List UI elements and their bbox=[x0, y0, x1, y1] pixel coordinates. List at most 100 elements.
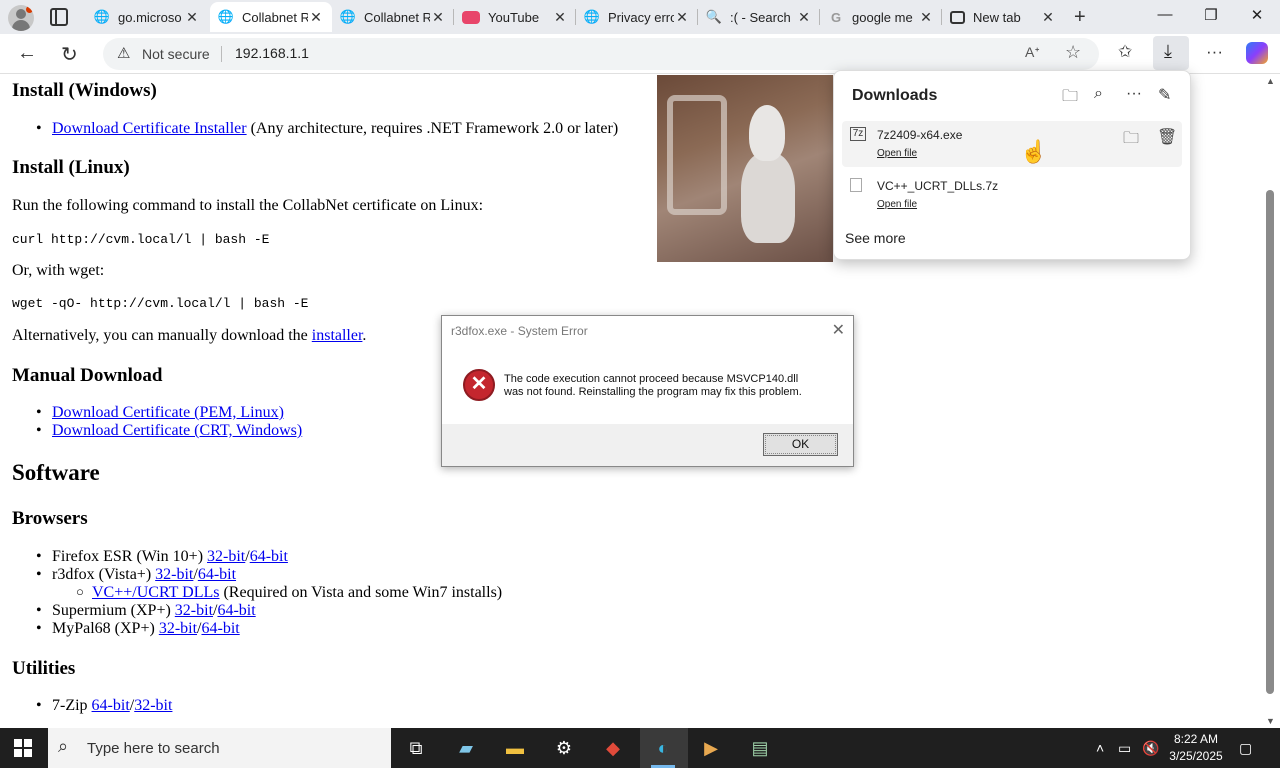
tab-collabnet-active[interactable]: 🌐 Collabnet R ✕ bbox=[210, 2, 332, 32]
warning-icon[interactable]: ⚠ bbox=[117, 44, 130, 62]
scroll-up-icon[interactable]: ▲ bbox=[1266, 76, 1275, 86]
r3dfox-64bit-link[interactable]: 64-bit bbox=[198, 566, 236, 583]
minimize-button[interactable]: — bbox=[1142, 6, 1188, 23]
heading-manual-download: Manual Download bbox=[12, 365, 163, 386]
vcpp-dlls-link[interactable]: VC++/UCRT DLLs bbox=[92, 584, 219, 601]
search-downloads-icon[interactable]: ⌕ bbox=[1094, 85, 1103, 103]
copilot-icon[interactable] bbox=[1246, 42, 1268, 64]
tab-go-microsoft[interactable]: 🌐 go.microso ✕ bbox=[86, 2, 208, 32]
favorites-icon[interactable]: ✩ bbox=[1118, 42, 1132, 62]
volume-muted-icon[interactable]: 🔇 bbox=[1142, 740, 1159, 757]
refresh-button[interactable]: ↻ bbox=[61, 42, 78, 67]
notifications-icon[interactable]: ▢ bbox=[1239, 740, 1252, 757]
open-folder-icon[interactable]: 🗀 bbox=[1062, 85, 1078, 112]
close-tab-icon[interactable]: ✕ bbox=[184, 9, 200, 26]
close-tab-icon[interactable]: ✕ bbox=[918, 9, 934, 26]
settings-gear-icon[interactable]: ⚙ bbox=[552, 736, 576, 760]
close-tab-icon[interactable]: ✕ bbox=[1040, 9, 1056, 26]
downloads-button[interactable]: ⤓ bbox=[1153, 36, 1189, 70]
notepad-icon[interactable]: ▰ bbox=[454, 736, 478, 760]
task-view-icon[interactable]: ⧉ bbox=[404, 736, 428, 760]
installer-link[interactable]: installer bbox=[312, 327, 363, 344]
list-item: MyPal68 (XP+) 32-bit/64-bit bbox=[36, 620, 240, 638]
delete-icon[interactable]: 🗑 bbox=[1157, 127, 1177, 147]
globe-icon: 🌐 bbox=[93, 9, 111, 24]
media-player-icon[interactable]: ▶ bbox=[699, 736, 723, 760]
tab-collabnet[interactable]: 🌐 Collabnet R ✕ bbox=[332, 2, 454, 32]
mypal-64bit-link[interactable]: 64-bit bbox=[201, 620, 239, 637]
app-icon[interactable]: ◆ bbox=[601, 736, 625, 760]
7zip-32bit-link[interactable]: 32-bit bbox=[134, 697, 172, 714]
page-scrollbar[interactable]: ▲ ▼ bbox=[1262, 74, 1280, 728]
r3dfox-32bit-link[interactable]: 32-bit bbox=[155, 566, 193, 583]
supermium-32bit-link[interactable]: 32-bit bbox=[175, 602, 213, 619]
list-item: Firefox ESR (Win 10+) 32-bit/64-bit bbox=[36, 548, 288, 566]
tab-actions-icon[interactable] bbox=[50, 8, 68, 26]
tab-new-tab[interactable]: New tab ✕ bbox=[942, 2, 1064, 32]
download-filename[interactable]: 7z2409-x64.exe bbox=[877, 128, 962, 142]
cert-installer-link[interactable]: Download Certificate Installer bbox=[52, 120, 247, 137]
list-item: Download Certificate (CRT, Windows) bbox=[36, 422, 302, 440]
url-text[interactable]: 192.168.1.1 bbox=[235, 45, 309, 61]
read-aloud-icon[interactable]: Aᐩ bbox=[1025, 44, 1040, 61]
download-item[interactable]: VC++_UCRT_DLLs.7z Open file bbox=[842, 172, 1182, 218]
close-window-button[interactable]: ✕ bbox=[1234, 6, 1280, 24]
list-item: 7-Zip 64-bit/32-bit bbox=[36, 697, 172, 715]
see-more-link[interactable]: See more bbox=[845, 230, 906, 246]
download-item[interactable]: 7z 7z2409-x64.exe Open file 🗀 🗑 bbox=[842, 121, 1182, 167]
pem-download-link[interactable]: Download Certificate (PEM, Linux) bbox=[52, 404, 284, 421]
list-item: Download Certificate Installer (Any arch… bbox=[36, 120, 618, 138]
tab-privacy-error[interactable]: 🌐 Privacy erro ✕ bbox=[576, 2, 698, 32]
show-in-folder-icon[interactable]: 🗀 bbox=[1123, 127, 1139, 154]
clock-date[interactable]: 3/25/2025 bbox=[1166, 749, 1226, 763]
close-tab-icon[interactable]: ✕ bbox=[552, 9, 568, 26]
firefox-64bit-link[interactable]: 64-bit bbox=[250, 548, 288, 565]
profile-avatar[interactable] bbox=[8, 5, 34, 31]
scroll-down-icon[interactable]: ▼ bbox=[1266, 716, 1275, 726]
more-menu-icon[interactable]: ··· bbox=[1206, 42, 1223, 62]
tab-google[interactable]: G google me ✕ bbox=[820, 2, 942, 32]
7zip-64bit-link[interactable]: 64-bit bbox=[92, 697, 130, 714]
close-tab-icon[interactable]: ✕ bbox=[674, 9, 690, 26]
new-tab-button[interactable]: + bbox=[1074, 6, 1086, 29]
show-hidden-icons-icon[interactable]: ˄ bbox=[1096, 740, 1104, 756]
download-icon: ⤓ bbox=[1164, 41, 1172, 61]
pin-icon[interactable]: ✎ bbox=[1158, 85, 1171, 105]
address-bar[interactable]: ⚠ Not secure 192.168.1.1 Aᐩ ☆ bbox=[103, 38, 1099, 70]
network-icon[interactable]: ▭ bbox=[1118, 740, 1131, 757]
ok-button[interactable]: OK bbox=[763, 433, 838, 456]
app-window-icon[interactable]: ▤ bbox=[748, 736, 772, 760]
restore-button[interactable]: ❐ bbox=[1188, 6, 1234, 24]
windows-start-icon[interactable] bbox=[14, 739, 32, 757]
error-icon: ✕ bbox=[463, 369, 495, 401]
mypal-32bit-link[interactable]: 32-bit bbox=[159, 620, 197, 637]
firefox-32bit-link[interactable]: 32-bit bbox=[207, 548, 245, 565]
back-button[interactable]: ← bbox=[17, 42, 37, 65]
search-placeholder[interactable]: Type here to search bbox=[87, 740, 220, 757]
close-tab-icon[interactable]: ✕ bbox=[796, 9, 812, 26]
linux-intro: Run the following command to install the… bbox=[12, 197, 484, 214]
tab-search[interactable]: 🔍 :( - Search ✕ bbox=[698, 2, 820, 32]
supermium-64bit-link[interactable]: 64-bit bbox=[217, 602, 255, 619]
edge-browser-icon[interactable]: ◐ bbox=[651, 736, 675, 768]
tab-youtube[interactable]: YouTube ✕ bbox=[454, 2, 576, 32]
open-file-link[interactable]: Open file bbox=[877, 148, 917, 159]
favorite-star-icon[interactable]: ☆ bbox=[1065, 42, 1081, 63]
download-filename[interactable]: VC++_UCRT_DLLs.7z bbox=[877, 179, 998, 193]
clock-time[interactable]: 8:22 AM bbox=[1166, 732, 1226, 746]
dialog-message-line1: The code execution cannot proceed becaus… bbox=[504, 373, 799, 385]
security-label[interactable]: Not secure bbox=[142, 46, 210, 62]
file-explorer-icon[interactable]: ▬ bbox=[503, 736, 527, 760]
close-tab-icon[interactable]: ✕ bbox=[308, 9, 324, 26]
search-icon: ⌕ bbox=[58, 736, 69, 756]
close-icon[interactable]: ✕ bbox=[832, 320, 845, 340]
heading-software: Software bbox=[12, 460, 100, 485]
taskbar: ⌕ Type here to search ⧉ ▰ ▬ ⚙ ◆ ◐ ▶ ▤ ˄ … bbox=[0, 728, 1280, 768]
scrollbar-thumb[interactable] bbox=[1266, 190, 1274, 694]
taskbar-search[interactable]: ⌕ Type here to search bbox=[48, 728, 391, 768]
close-tab-icon[interactable]: ✕ bbox=[430, 9, 446, 26]
more-options-icon[interactable]: ··· bbox=[1126, 85, 1142, 103]
open-file-link[interactable]: Open file bbox=[877, 199, 917, 210]
youtube-icon bbox=[462, 10, 480, 24]
crt-download-link[interactable]: Download Certificate (CRT, Windows) bbox=[52, 422, 302, 439]
